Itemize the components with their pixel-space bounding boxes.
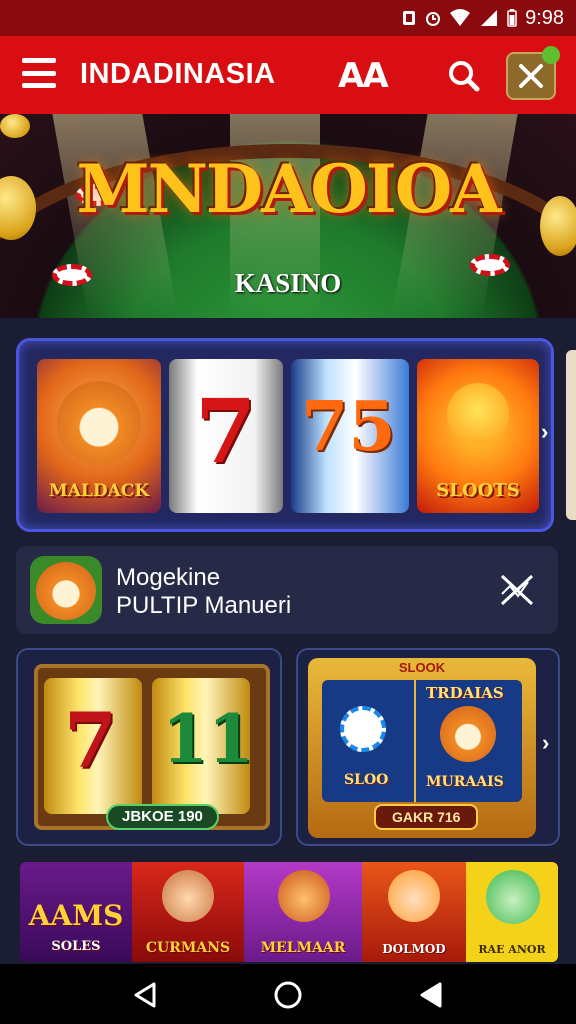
hamster-mascot (57, 381, 141, 465)
hero-banner[interactable]: MNDAOIOA KASINO (0, 114, 576, 318)
banner-item-label: CURMANS (145, 940, 231, 956)
dismiss-icon[interactable] (498, 572, 536, 608)
hero-subtitle: KASINO (234, 268, 342, 298)
promo-title: Mogekine (116, 564, 221, 591)
notification-badge (542, 46, 560, 64)
slot-tile-sloots[interactable]: SLOOTS (417, 359, 539, 513)
banner-item-label: AAMS (28, 899, 124, 932)
slot-symbol: 75 (301, 387, 396, 467)
close-icon (519, 64, 543, 88)
system-nav-bar (0, 964, 576, 1024)
character-banner[interactable]: AAMS SOLES CURMANS MELMAAR DOLMOD RAE AN… (20, 862, 558, 962)
status-time: 9:98 (525, 6, 564, 29)
wifi-icon (449, 9, 471, 27)
banner-item-label: MELMAAR (260, 940, 346, 956)
battery-icon (507, 9, 517, 27)
alarm-icon (425, 9, 441, 27)
banner-item[interactable]: AAMS SOLES (20, 862, 132, 962)
left-panel-label: SLOO (344, 772, 389, 788)
reel-symbol: 11 (162, 700, 254, 778)
character-face (388, 870, 440, 922)
back-icon[interactable] (128, 978, 162, 1012)
lion-mascot (440, 706, 496, 762)
right-panel-title: TRDAIAS (426, 684, 504, 702)
chip-image (340, 706, 386, 752)
banner-item[interactable]: CURMANS (132, 862, 244, 962)
app-bar: INDADINASIA AA (0, 36, 576, 114)
signal-icon (479, 9, 499, 27)
banner-item[interactable]: DOLMOD (362, 862, 466, 962)
frame-top-label: SLOOK (398, 660, 446, 675)
banner-item-label: RAE ANOR (478, 943, 546, 956)
slot-tile-label: SLOOTS (436, 480, 520, 501)
banner-item[interactable]: MELMAAR (244, 862, 362, 962)
close-button[interactable] (506, 46, 560, 100)
slot-tile-seventy-five[interactable]: 75 (291, 359, 409, 513)
slot-tile-hamster[interactable]: MALDACK (37, 359, 161, 513)
menu-icon[interactable] (22, 58, 56, 88)
slots-carousel[interactable]: MALDACK 7 75 SLOOTS › (16, 338, 554, 532)
hamster-avatar (30, 556, 102, 624)
reel-symbol: 7 (64, 696, 117, 785)
next-card-peek (566, 350, 576, 520)
character-face (162, 870, 214, 922)
slot-tile-label: MALDACK (48, 481, 150, 501)
home-icon[interactable] (271, 978, 305, 1012)
character-face (278, 870, 330, 922)
promo-banner[interactable]: Mogekine PULTIP Manueri (16, 546, 558, 634)
slot-tile-seven[interactable]: 7 (169, 359, 283, 513)
game-card-lion[interactable]: SLOOK SLOO TRDAIAS MURAAIS GAKR 716 › (296, 648, 560, 846)
status-bar: 9:98 (0, 0, 576, 36)
bear-face (486, 870, 540, 924)
slot-symbol: 7 (195, 379, 257, 483)
recents-icon[interactable] (414, 978, 448, 1012)
search-icon[interactable] (444, 56, 484, 96)
banner-item-sub: SOLES (51, 939, 101, 954)
coin-image (0, 114, 30, 138)
bet-label: JBKOE 190 (106, 804, 219, 830)
chevron-right-icon[interactable]: › (542, 730, 549, 756)
banner-item[interactable]: RAE ANOR (466, 862, 558, 962)
banner-item-label: DOLMOD (382, 942, 446, 956)
hero-title: MNDAOIOA (76, 150, 502, 228)
game-card-reels[interactable]: 7 11 JBKOE 190 (16, 648, 282, 846)
sun-mascot (447, 383, 509, 445)
bottom-pill: GAKR 716 (374, 804, 479, 830)
notification-icon (401, 9, 417, 27)
app-title: INDADINASIA (80, 58, 276, 90)
chevron-right-icon[interactable]: › (541, 419, 548, 445)
right-panel-label: MURAAIS (426, 774, 504, 790)
brand-logo[interactable]: AA (338, 56, 389, 96)
promo-subtitle: PULTIP Manueri (116, 592, 292, 619)
game-frame: SLOOK SLOO TRDAIAS MURAAIS GAKR 716 (308, 658, 536, 838)
